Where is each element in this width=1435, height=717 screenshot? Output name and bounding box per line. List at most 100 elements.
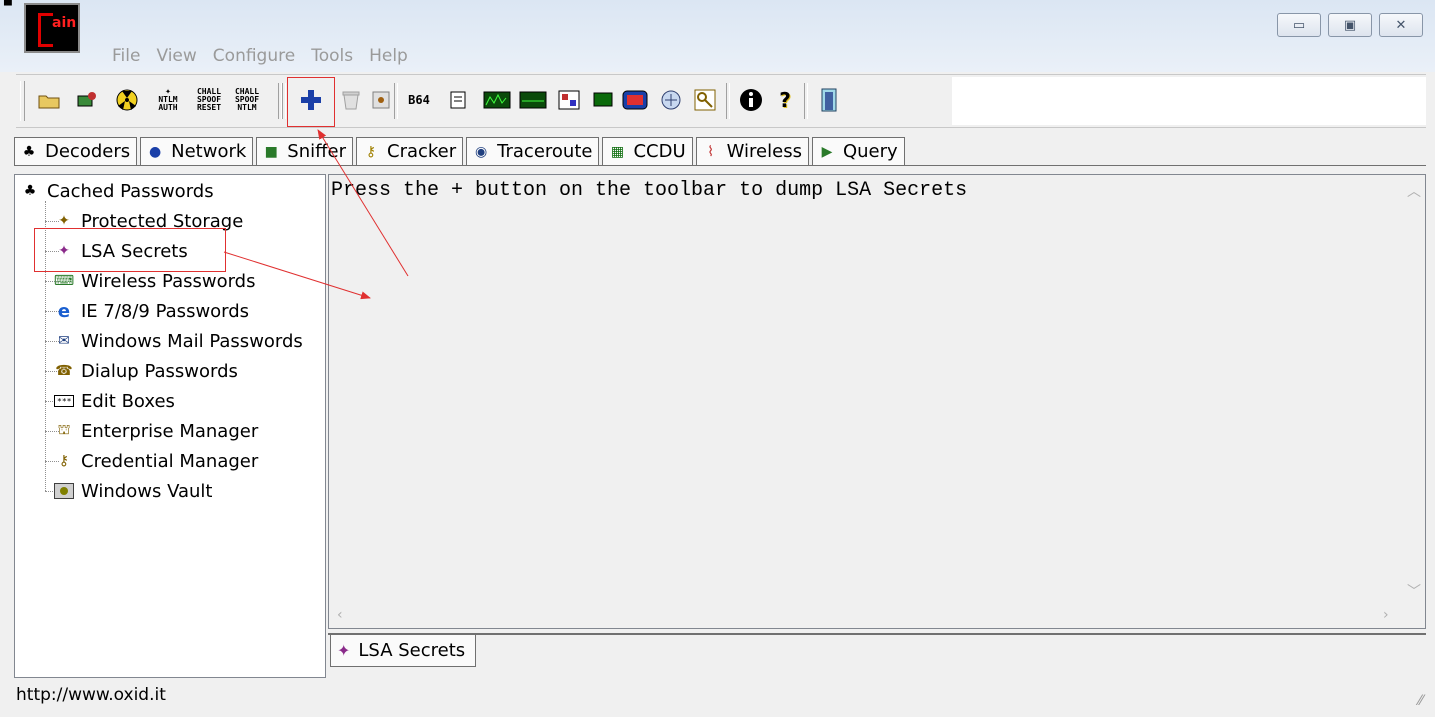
voip-monitor-icon[interactable] <box>518 87 548 113</box>
scan-icon[interactable] <box>368 87 394 113</box>
system-menu-icon[interactable]: ▀ <box>4 2 14 12</box>
monitor-icon[interactable] <box>590 87 616 113</box>
ccdu-icon: ▦ <box>610 143 625 160</box>
auth-label: AUTH <box>158 103 178 112</box>
tab-sniffer[interactable]: ■ Sniffer <box>256 137 353 165</box>
wireless-passwords-icon: ⌨ <box>53 273 75 289</box>
tab-network[interactable]: ● Network <box>140 137 254 165</box>
status-bar: http://www.oxid.it ⁄⁄ <box>0 683 1435 717</box>
tree-item-label: Credential Manager <box>81 450 259 472</box>
toolbar-grip[interactable] <box>20 81 25 121</box>
tree-item-enterprise-manager[interactable]: ⛫ Enterprise Manager <box>53 418 259 444</box>
chall-spoof-reset-icon[interactable]: CHALL SPOOF RESET <box>192 87 226 113</box>
scroll-left-icon[interactable]: ‹ <box>337 607 343 623</box>
tab-traceroute[interactable]: ◉ Traceroute <box>466 137 600 165</box>
menu-view[interactable]: View <box>156 46 196 66</box>
subtab-label: LSA Secrets <box>358 640 466 661</box>
dialup-phone-icon: ☎ <box>55 363 73 379</box>
subtab-lsa-secrets[interactable]: ✦ LSA Secrets <box>330 635 477 667</box>
remove-recycle-icon[interactable] <box>338 87 364 113</box>
scroll-down-icon[interactable]: ﹀ <box>1407 581 1421 601</box>
decoders-icon: ♣ <box>22 143 36 160</box>
tree-root-label: Cached Passwords <box>47 180 214 202</box>
tab-label: Wireless <box>726 141 802 162</box>
svg-text:***: *** <box>57 397 72 406</box>
lsa-secrets-tab-icon: ✦ <box>337 641 351 660</box>
tree-item-label: Windows Vault <box>81 480 213 502</box>
chall-spoof-ntlm-icon[interactable]: CHALL SPOOF NTLM <box>230 87 264 113</box>
windows-mail-icon: ✉ <box>58 333 70 349</box>
tab-cracker[interactable]: ⚷ Cracker <box>356 137 464 165</box>
annotation-box-add-button <box>287 77 335 127</box>
tab-label: CCDU <box>633 141 686 162</box>
tab-label: Network <box>171 141 247 162</box>
tree-item-label: IE 7/8/9 Passwords <box>81 300 250 322</box>
rdp-icon[interactable] <box>556 87 582 113</box>
status-url: http://www.oxid.it <box>16 685 166 705</box>
wireless-scanner-icon[interactable] <box>658 87 684 113</box>
tree-item-edit-boxes[interactable]: *** Edit Boxes <box>53 388 175 414</box>
menu-bar: File View Configure Tools Help <box>112 46 408 66</box>
tree-item-ie-passwords[interactable]: e IE 7/8/9 Passwords <box>53 298 249 324</box>
tree-item-label: Windows Mail Passwords <box>81 330 303 352</box>
tree-item-windows-vault[interactable]: Windows Vault <box>53 478 212 504</box>
traceroute-icon: ◉ <box>475 143 488 160</box>
menu-file[interactable]: File <box>112 46 140 66</box>
b64-icon[interactable]: B64 <box>406 87 432 113</box>
vault-icon <box>53 480 75 502</box>
tab-label: Decoders <box>45 141 131 162</box>
ntlm-auth-icon[interactable]: ✦ NTLM AUTH <box>152 87 184 113</box>
scroll-up-icon[interactable]: ︿ <box>1407 181 1421 201</box>
tree-item-label: Enterprise Manager <box>81 420 259 442</box>
help-icon[interactable]: ? <box>772 87 798 113</box>
key-icon[interactable] <box>692 87 718 113</box>
app-logo-text: ain <box>52 15 77 31</box>
minimize-button[interactable]: ▭ <box>1277 13 1321 37</box>
resize-grip-icon[interactable]: ⁄⁄ <box>1418 693 1423 709</box>
menu-help[interactable]: Help <box>369 46 408 66</box>
tree-item-credential-manager[interactable]: ⚷ Credential Manager <box>53 448 258 474</box>
edit-box-icon: *** <box>53 390 75 412</box>
tree-item-dialup-passwords[interactable]: ☎ Dialup Passwords <box>53 358 238 384</box>
enterprise-manager-icon: ⛫ <box>57 422 71 438</box>
tree-item-label: Dialup Passwords <box>81 360 238 382</box>
close-button[interactable]: ✕ <box>1379 13 1423 37</box>
internet-explorer-icon: e <box>57 300 71 322</box>
tree-root-cached-passwords[interactable]: ♣ Cached Passwords <box>19 178 214 204</box>
tab-strip: ♣ Decoders ● Network ■ Sniffer ⚷ Cracker ◉ Tr… <box>14 137 908 165</box>
tab-ccdu[interactable]: ▦ CCDU <box>602 137 693 165</box>
tree-item-label: Wireless Passwords <box>81 270 256 292</box>
title-bar: ▀ ain File View Configure Tools Help ▭ ▣… <box>0 0 1435 72</box>
tab-decoders[interactable]: ♣ Decoders <box>14 137 138 165</box>
tab-label: Query <box>842 141 898 162</box>
cached-passwords-icon: ♣ <box>23 183 37 199</box>
app-logo: ain <box>24 3 80 53</box>
tab-wireless[interactable]: ⌇ Wireless <box>695 137 809 165</box>
menu-configure[interactable]: Configure <box>213 46 295 66</box>
info-icon[interactable] <box>738 87 764 113</box>
restore-button[interactable]: ▣ <box>1328 13 1372 37</box>
results-panel[interactable]: Press the + button on the toolbar to dum… <box>328 174 1426 629</box>
open-folder-icon[interactable] <box>36 87 62 113</box>
menu-tools[interactable]: Tools <box>311 46 353 66</box>
tree-item-label: Edit Boxes <box>81 390 175 412</box>
toolbar: ✦ NTLM AUTH CHALL SPOOF RESET CHALL SPOO… <box>16 74 1426 128</box>
exit-door-icon[interactable] <box>816 87 842 113</box>
network-monitor-icon[interactable] <box>482 87 512 113</box>
hash-calculator-icon[interactable] <box>446 87 472 113</box>
instruction-message: Press the + button on the toolbar to dum… <box>331 179 968 202</box>
sniffer-toggle-icon[interactable] <box>74 87 100 113</box>
credential-key-icon: ⚷ <box>58 453 70 469</box>
tab-query[interactable]: ▶ Query <box>811 137 905 165</box>
query-icon: ▶ <box>821 143 833 160</box>
tree-item-windows-mail-passwords[interactable]: ✉ Windows Mail Passwords <box>53 328 303 354</box>
toolbar-empty-area <box>952 77 1426 125</box>
tab-label: Sniffer <box>287 141 346 162</box>
display-icon[interactable] <box>622 87 648 113</box>
cracker-icon: ⚷ <box>365 143 377 160</box>
annotation-box-lsa-secrets <box>34 228 226 272</box>
arp-poison-icon[interactable] <box>114 87 140 113</box>
wireless-icon: ⌇ <box>707 143 715 160</box>
tab-label: Traceroute <box>497 141 593 162</box>
scroll-right-icon[interactable]: › <box>1383 607 1389 623</box>
